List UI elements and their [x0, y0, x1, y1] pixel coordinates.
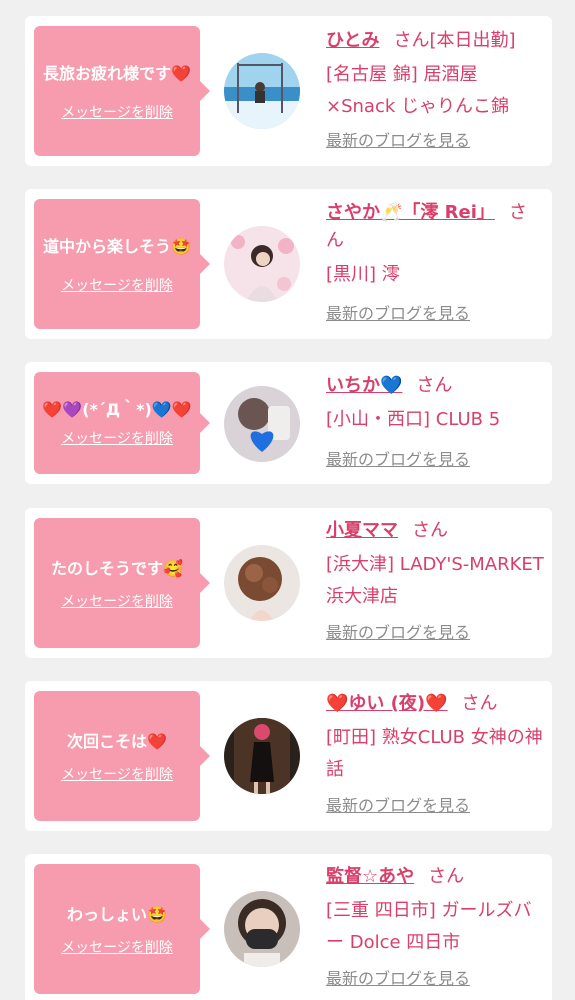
name-suffix: さん: [412, 520, 448, 541]
message-card: ❤️💜(*´Д｀*)💙❤️ メッセージを削除 いちか💙 さん [小山・西口] CL…: [25, 362, 552, 484]
delete-message-link[interactable]: メッセージを削除: [61, 938, 173, 958]
cast-info: 監督☆あや さん [三重 四日市] ガールズバー Dolce 四日市: [326, 863, 544, 959]
delete-message-link[interactable]: メッセージを削除: [61, 429, 173, 449]
delete-message-link[interactable]: メッセージを削除: [61, 103, 173, 123]
cast-name-link[interactable]: さやか🥂「澪 Rei」: [326, 202, 495, 223]
delete-message-link[interactable]: メッセージを削除: [61, 276, 173, 296]
name-suffix: さん[本日出勤]: [393, 30, 516, 51]
hair-portrait-photo-icon: [224, 545, 300, 621]
avatar[interactable]: [224, 891, 300, 967]
message-card: 次回こそは❤️ メッセージを削除 ❤️ゆい (夜)❤️ さん [町田] 熟女CLU…: [25, 681, 552, 831]
avatar[interactable]: [224, 386, 300, 462]
cast-name-link[interactable]: 監督☆あや: [326, 866, 414, 887]
message-text: わっしょい🤩: [67, 905, 167, 924]
message-bubble: 次回こそは❤️ メッセージを削除: [34, 691, 210, 821]
cast-name-link[interactable]: ❤️ゆい (夜)❤️: [326, 693, 448, 714]
message-bubble: 長旅お疲れ様です❤️ メッセージを削除: [34, 26, 210, 156]
cast-info: いちか💙 さん [小山・西口] CLUB 5: [326, 372, 544, 436]
latest-blog-link[interactable]: 最新のブログを見る: [326, 302, 470, 326]
name-suffix: さん: [428, 866, 465, 887]
message-card: わっしょい🤩 メッセージを削除 監督☆あや さん [三重 四日市] ガールズバー …: [25, 854, 552, 1000]
avatar[interactable]: [224, 718, 300, 794]
cast-name-link[interactable]: いちか💙: [326, 375, 402, 396]
shop-name[interactable]: [黒川] 澪: [326, 259, 544, 291]
message-card: 長旅お疲れ様です❤️ メッセージを削除 ひとみ さん[本日出勤] [名古屋 錦] …: [25, 16, 552, 166]
message-card: たのしそうです🥰 メッセージを削除 小夏ママ さん [浜大津] LADY'S-MA…: [25, 508, 552, 658]
message-text: ❤️💜(*´Д｀*)💙❤️: [42, 400, 192, 419]
latest-blog-link[interactable]: 最新のブログを見る: [326, 621, 470, 645]
avatar[interactable]: [224, 53, 300, 129]
blue-heart-selfie-photo-icon: [224, 386, 300, 462]
shop-name[interactable]: [名古屋 錦] 居酒屋×Snack じゃりんこ錦: [326, 59, 544, 123]
cast-info: ひとみ さん[本日出勤] [名古屋 錦] 居酒屋×Snack じゃりんこ錦: [326, 27, 544, 123]
message-bubble: 道中から楽しそう🤩 メッセージを削除: [34, 199, 210, 329]
delete-message-link[interactable]: メッセージを削除: [61, 592, 173, 612]
shop-name[interactable]: [町田] 熟女CLUB 女神の神話: [326, 722, 544, 786]
message-text: 長旅お疲れ様です❤️: [43, 64, 191, 83]
message-bubble: ❤️💜(*´Д｀*)💙❤️ メッセージを削除: [34, 372, 210, 474]
name-suffix: さん: [416, 375, 453, 396]
cast-name-link[interactable]: 小夏ママ: [326, 520, 398, 541]
message-bubble: たのしそうです🥰 メッセージを削除: [34, 518, 210, 648]
shop-name[interactable]: [小山・西口] CLUB 5: [326, 404, 544, 436]
name-suffix: さん: [461, 693, 498, 714]
latest-blog-link[interactable]: 最新のブログを見る: [326, 794, 470, 818]
message-text: たのしそうです🥰: [51, 559, 183, 578]
cast-name-link[interactable]: ひとみ: [326, 30, 379, 51]
beach-swing-photo-icon: [224, 53, 300, 129]
message-text: 道中から楽しそう🤩: [43, 237, 191, 256]
mask-selfie-photo-icon: [224, 891, 300, 967]
message-bubble: わっしょい🤩 メッセージを削除: [34, 864, 210, 994]
message-card: 道中から楽しそう🤩 メッセージを削除 さやか🥂「澪 Rei」 さん [黒川] 澪 …: [25, 189, 552, 339]
latest-blog-link[interactable]: 最新のブログを見る: [326, 967, 470, 991]
black-dress-photo-icon: [224, 718, 300, 794]
avatar[interactable]: [224, 545, 300, 621]
avatar[interactable]: [224, 226, 300, 302]
shop-name[interactable]: [三重 四日市] ガールズバー Dolce 四日市: [326, 895, 544, 959]
cast-info: さやか🥂「澪 Rei」 さん [黒川] 澪: [326, 199, 544, 291]
woman-flowers-photo-icon: [224, 226, 300, 302]
cast-info: ❤️ゆい (夜)❤️ さん [町田] 熟女CLUB 女神の神話: [326, 690, 544, 786]
latest-blog-link[interactable]: 最新のブログを見る: [326, 448, 470, 472]
cast-info: 小夏ママ さん [浜大津] LADY'S-MARKET 浜大津店: [326, 517, 544, 613]
latest-blog-link[interactable]: 最新のブログを見る: [326, 129, 470, 153]
delete-message-link[interactable]: メッセージを削除: [61, 765, 173, 785]
shop-name[interactable]: [浜大津] LADY'S-MARKET 浜大津店: [326, 549, 544, 613]
message-text: 次回こそは❤️: [67, 732, 167, 751]
